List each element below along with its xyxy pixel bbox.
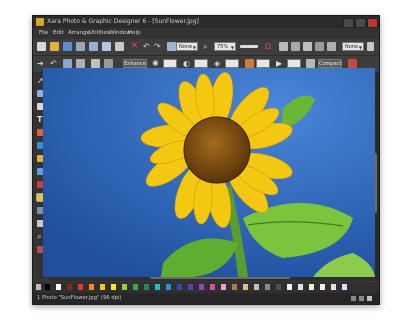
color-swatch[interactable] (155, 284, 160, 290)
sharpen-field[interactable] (287, 59, 301, 68)
arrange-front-icon[interactable] (303, 42, 312, 51)
undo-icon[interactable]: ↶ (143, 42, 152, 51)
maximize-button[interactable] (355, 18, 366, 28)
sunflower-image (43, 68, 375, 277)
color-swatch[interactable] (78, 284, 83, 290)
color-swatch[interactable] (243, 284, 248, 290)
color-swatch[interactable] (100, 284, 105, 290)
open-folder-icon[interactable] (50, 42, 59, 51)
menu-edit[interactable]: Edit (53, 28, 64, 39)
zoom-select[interactable]: 75% ▼ (214, 42, 236, 51)
contrast-icon[interactable]: ◐ (183, 59, 192, 68)
color-swatch[interactable] (298, 284, 303, 290)
brightness-field[interactable] (163, 59, 177, 68)
color-swatch[interactable] (122, 284, 127, 290)
color-swatch[interactable] (45, 284, 50, 290)
color-swatch[interactable] (166, 284, 171, 290)
delete-icon[interactable]: ✕ (130, 42, 139, 51)
view-mode-value: None (345, 44, 359, 50)
line-width-icon[interactable] (240, 45, 258, 48)
color-swatch[interactable] (188, 284, 193, 290)
color-swatch[interactable] (177, 284, 182, 290)
color-swatch[interactable] (265, 284, 270, 290)
compact-button[interactable]: Compact (318, 59, 342, 68)
zoom-value: 75% (217, 44, 229, 50)
title-bar: Xara Photo & Graphic Designer 6 - [SunFl… (33, 16, 379, 28)
arrow-icon[interactable]: ➜ (37, 59, 46, 68)
color-swatch[interactable] (232, 284, 237, 290)
no-color-swatch[interactable] (36, 284, 41, 290)
copy-icon[interactable] (102, 42, 111, 51)
color-swatch[interactable] (320, 284, 325, 290)
brightness-icon[interactable]: ✺ (152, 59, 161, 68)
main-toolbar: ✕ ↶ ↷ None ▼ ⌕ 75% ▼ Ω None ▼ (33, 39, 379, 56)
menu-bar: File Edit Arrange Utilities Window Help (33, 28, 379, 39)
paste-icon[interactable] (115, 42, 124, 51)
compact-tool-icon[interactable] (306, 59, 315, 68)
color-swatch[interactable] (67, 284, 72, 290)
sunflower-photo[interactable] (43, 68, 375, 277)
prev-photo-icon[interactable] (63, 59, 72, 68)
menu-file[interactable]: File (39, 28, 48, 39)
color-palette (33, 282, 379, 293)
ungroup-icon[interactable] (291, 42, 300, 51)
color-swatch[interactable] (221, 284, 226, 290)
color-swatch[interactable] (144, 284, 149, 290)
brush-icon[interactable] (104, 59, 113, 68)
status-info-icon (351, 296, 356, 301)
color-swatch[interactable] (309, 284, 314, 290)
close-button[interactable] (367, 18, 378, 28)
enhance-button[interactable]: Enhance (123, 59, 147, 68)
app-logo-icon (36, 18, 44, 26)
group-icon[interactable] (279, 42, 288, 51)
new-document-icon[interactable] (37, 42, 46, 51)
save-icon[interactable] (63, 42, 72, 51)
status-help-icon (359, 296, 364, 301)
color-swatch[interactable] (56, 284, 61, 290)
temperature-icon[interactable] (245, 59, 254, 68)
redo-icon[interactable]: ↷ (154, 42, 163, 51)
color-swatch[interactable] (89, 284, 94, 290)
color-swatch[interactable] (199, 284, 204, 290)
import-icon[interactable] (167, 42, 176, 51)
photo-tool-icon[interactable] (91, 59, 100, 68)
snap-icon[interactable] (367, 296, 372, 301)
red-eye-icon[interactable] (348, 59, 357, 68)
rotate-icon[interactable]: ↶ (50, 59, 59, 68)
chevron-down-icon: ▼ (358, 45, 362, 50)
chevron-down-icon: ▼ (230, 45, 234, 50)
window-title: Xara Photo & Graphic Designer 6 - [SunFl… (47, 18, 199, 25)
color-swatch[interactable] (210, 284, 215, 290)
menu-help[interactable]: Help (128, 28, 141, 39)
crop-icon[interactable] (76, 59, 85, 68)
align-icon[interactable] (327, 42, 336, 51)
status-text: 1 Photo "SunFlower.jpg" (96 dpi) (37, 295, 122, 301)
color-swatch[interactable] (111, 284, 116, 290)
blend-mode-value: None (179, 44, 193, 50)
cut-icon[interactable] (89, 42, 98, 51)
magnet-icon[interactable]: Ω (265, 42, 274, 51)
sharpen-icon[interactable]: ▶ (276, 59, 285, 68)
color-swatch[interactable] (254, 284, 259, 290)
contrast-field[interactable] (194, 59, 208, 68)
color-swatch[interactable] (133, 284, 138, 290)
temperature-field[interactable] (256, 59, 270, 68)
print-icon[interactable] (76, 42, 85, 51)
color-swatch[interactable] (287, 284, 292, 290)
help-icon[interactable] (367, 42, 374, 51)
status-bar: 1 Photo "SunFlower.jpg" (96 dpi) (33, 293, 379, 304)
saturation-icon[interactable]: ◈ (214, 59, 223, 68)
minimize-button[interactable] (343, 18, 354, 28)
view-mode-select[interactable]: None ▼ (342, 42, 364, 51)
color-swatch[interactable] (276, 284, 281, 290)
color-swatch[interactable] (342, 284, 347, 290)
saturation-field[interactable] (225, 59, 239, 68)
arrange-back-icon[interactable] (315, 42, 324, 51)
menu-arrange[interactable]: Arrange (68, 28, 90, 39)
blend-mode-select[interactable]: None ▼ (176, 42, 198, 51)
menu-utilities[interactable]: Utilities (89, 28, 110, 39)
zoom-tool-icon[interactable]: ⌕ (203, 42, 212, 51)
chevron-down-icon: ▼ (192, 45, 196, 50)
color-swatch[interactable] (331, 284, 336, 290)
